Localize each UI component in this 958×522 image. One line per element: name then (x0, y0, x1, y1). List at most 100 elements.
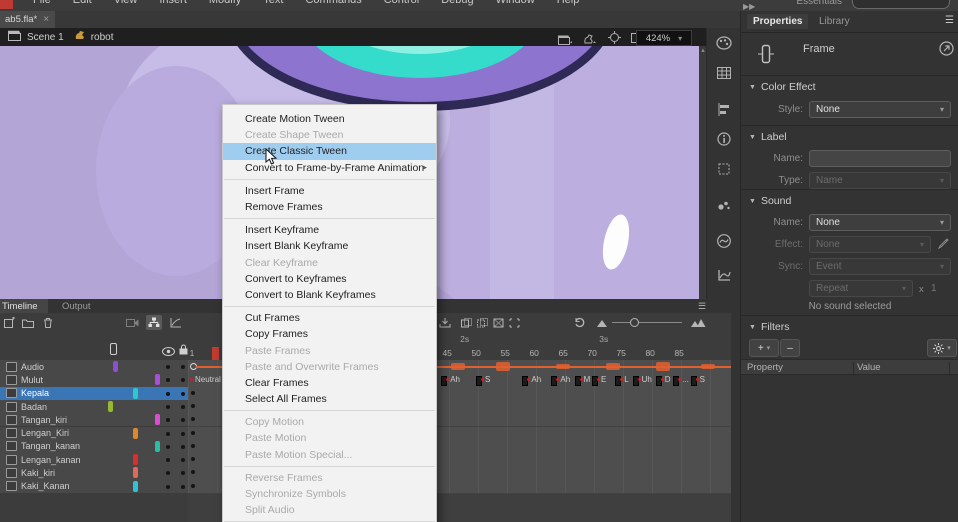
zoom-out-frames-icon[interactable] (594, 315, 610, 330)
menu-item[interactable]: Paste Frames (223, 342, 436, 358)
lock-column-icon[interactable] (179, 342, 188, 360)
layer-row-tangan_kanan[interactable]: Tangan_kanan (0, 440, 188, 454)
help-link-icon[interactable] (939, 41, 954, 61)
close-icon[interactable]: × (43, 15, 49, 25)
layer-row-badan[interactable]: Badan (0, 400, 188, 414)
menu-item[interactable]: Paste Motion Special... (223, 447, 436, 463)
workspace-switcher[interactable]: Essentials (796, 0, 842, 7)
properties-panel-menu-icon[interactable]: ☰ (945, 15, 954, 26)
visibility-dot[interactable] (166, 378, 170, 382)
new-layer-icon[interactable] (1, 315, 17, 330)
menubar-item-window[interactable]: Window (485, 0, 546, 6)
menu-item[interactable]: Convert to Blank Keyframes (223, 287, 436, 303)
onion-skin-outline-icon[interactable] (474, 315, 490, 330)
parent-mark[interactable] (133, 481, 138, 492)
menu-item[interactable]: Select All Frames (223, 391, 436, 407)
menubar-item-insert[interactable]: Insert (148, 0, 198, 6)
delete-layer-icon[interactable] (40, 315, 56, 330)
lock-dot[interactable] (181, 418, 185, 422)
layer-row-lengan_kanan[interactable]: Lengan_kanan (0, 453, 188, 467)
tab-timeline[interactable]: Timeline (0, 299, 48, 313)
menu-item[interactable]: Paste Motion (223, 430, 436, 446)
layer-row-kepala[interactable]: Kepala (0, 387, 188, 401)
visibility-dot[interactable] (166, 432, 170, 436)
zoom-in-frames-icon[interactable] (690, 315, 706, 330)
tab-properties[interactable]: Properties (747, 14, 808, 29)
edit-sound-envelope-icon[interactable] (937, 237, 950, 255)
document-tab[interactable]: ab5.fla* × (0, 11, 55, 28)
frame-range-icon[interactable] (506, 315, 522, 330)
menu-item[interactable]: Copy Frames (223, 326, 436, 342)
layer-row-kaki_kiri[interactable]: Kaki_kiri (0, 466, 188, 480)
visibility-dot[interactable] (166, 418, 170, 422)
menubar-item-file[interactable]: File (22, 0, 62, 6)
parent-mark[interactable] (133, 467, 138, 478)
menu-item[interactable]: Insert Frame (223, 183, 436, 199)
section-color-effect[interactable]: ▼Color Effect (749, 81, 816, 93)
transform-panel-icon[interactable] (707, 154, 741, 184)
stage-vertical-scrollbar[interactable]: ▲ (699, 46, 706, 299)
menu-item[interactable]: Insert Blank Keyframe (223, 238, 436, 254)
visibility-dot[interactable] (166, 392, 170, 396)
motion-editor-panel-icon[interactable] (707, 260, 741, 290)
menubar-item-debug[interactable]: Debug (430, 0, 484, 6)
visibility-dot[interactable] (166, 458, 170, 462)
menubar-item-edit[interactable]: Edit (62, 0, 103, 6)
menu-item[interactable]: Create Motion Tween (223, 111, 436, 127)
layer-row-mulut[interactable]: Mulut (0, 373, 188, 387)
menu-item[interactable]: Create Classic Tween (223, 143, 436, 159)
menubar-item-commands[interactable]: Commands (294, 0, 372, 6)
visibility-dot[interactable] (166, 471, 170, 475)
menubar-item-help[interactable]: Help (546, 0, 591, 6)
add-filter-button[interactable]: + ▾ (749, 339, 779, 357)
menubar-item-text[interactable]: Text (252, 0, 294, 6)
lock-dot[interactable] (181, 432, 185, 436)
menu-item[interactable]: Insert Keyframe (223, 222, 436, 238)
parent-mark[interactable] (133, 454, 138, 465)
label-name-input[interactable] (809, 150, 951, 167)
breadcrumb-symbol[interactable]: robot (91, 32, 114, 43)
parent-mark[interactable] (155, 441, 160, 452)
menu-item[interactable]: Convert to Keyframes (223, 271, 436, 287)
lock-dot[interactable] (181, 378, 185, 382)
parent-mark[interactable] (108, 401, 113, 412)
menu-item[interactable]: Create Shape Tween (223, 127, 436, 143)
tab-output[interactable]: Output (52, 299, 101, 313)
layer-row-tangan_kiri[interactable]: Tangan_kiri (0, 413, 188, 427)
menu-item[interactable]: Split Audio (223, 502, 436, 518)
parent-mark[interactable] (113, 361, 118, 372)
menu-item[interactable]: Cut Frames (223, 310, 436, 326)
color-panel-icon[interactable] (707, 28, 741, 58)
visibility-dot[interactable] (166, 445, 170, 449)
swatches-panel-icon[interactable] (707, 58, 741, 88)
creative-cloud-panel-icon[interactable] (707, 226, 741, 256)
camera-icon[interactable] (124, 315, 140, 330)
timeline-panel-menu-icon[interactable]: ☰ (698, 301, 706, 312)
sound-name-dropdown[interactable]: None ▾ (809, 214, 951, 231)
visibility-dot[interactable] (166, 365, 170, 369)
collapse-panels-icon[interactable]: ▶▶ (743, 2, 755, 11)
tab-library[interactable]: Library (813, 14, 856, 29)
menubar-item-view[interactable]: View (103, 0, 149, 6)
playhead[interactable] (212, 347, 219, 360)
style-dropdown[interactable]: None ▾ (809, 101, 951, 118)
repeat-count-stepper[interactable]: 1 (931, 283, 937, 294)
new-folder-icon[interactable] (20, 315, 36, 330)
timeline-zoom-slider-track[interactable] (612, 322, 682, 323)
menubar-item-control[interactable]: Control (373, 0, 430, 6)
menu-item[interactable]: Paste and Overwrite Frames (223, 359, 436, 375)
graph-editor-icon[interactable] (168, 315, 184, 330)
search-input[interactable] (852, 0, 950, 9)
parent-mark[interactable] (155, 414, 160, 425)
lock-dot[interactable] (181, 405, 185, 409)
visibility-dot[interactable] (166, 485, 170, 489)
section-label[interactable]: ▼Label (749, 131, 787, 143)
menu-item[interactable]: Convert to Frame-by-Frame Animation▸ (223, 160, 436, 176)
edit-multiple-frames-icon[interactable] (490, 315, 506, 330)
menu-item[interactable]: Synchronize Symbols (223, 486, 436, 502)
layer-row-audio[interactable]: Audio (0, 360, 188, 374)
menu-item[interactable]: Remove Frames (223, 199, 436, 215)
info-panel-icon[interactable] (707, 124, 741, 154)
remove-filter-button[interactable]: – (780, 339, 800, 357)
menu-item[interactable]: Clear Frames (223, 375, 436, 391)
